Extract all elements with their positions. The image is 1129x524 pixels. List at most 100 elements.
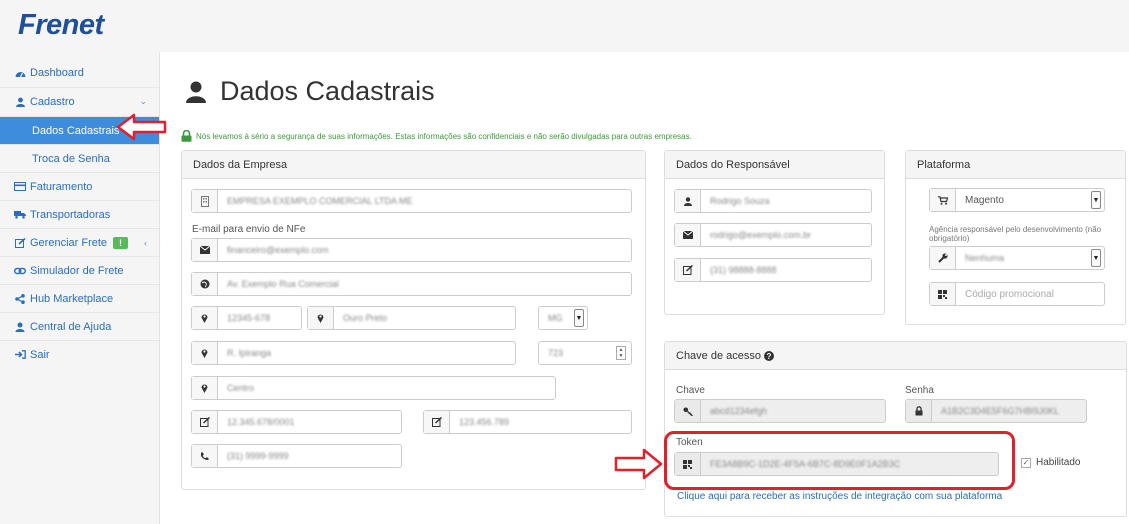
sidebar-item-cadastro[interactable]: Cadastro ⌄ [0, 87, 159, 115]
number-spinner[interactable]: ▲ ▼ [616, 346, 626, 360]
envelope-icon [192, 239, 218, 261]
dropdown-arrow-icon[interactable]: ▼ [1091, 191, 1101, 209]
sidebar-item-label: Dados Cadastrais [32, 124, 120, 137]
dropdown-arrow-icon[interactable]: ▼ [574, 309, 584, 327]
alert-badge: ! [113, 236, 129, 249]
telefone-field[interactable]: (31) 9999-9999 [191, 444, 402, 468]
frenet-logo[interactable]: Frenet [18, 9, 104, 42]
sidebar-item-hub-marketplace[interactable]: Hub Marketplace [0, 284, 159, 312]
plataforma-panel-heading: Plataforma [906, 151, 1125, 179]
chave-field[interactable]: abcd1234efgh [674, 399, 886, 423]
sidebar-item-label: Sair [30, 348, 50, 361]
endereco-field[interactable]: Av. Exemplo Rua Comercial [191, 272, 632, 296]
sign-out-icon [14, 350, 26, 360]
shopping-cart-icon [930, 189, 956, 211]
spin-down-icon[interactable]: ▼ [617, 353, 625, 359]
sidebar-item-label: Cadastro [30, 95, 75, 108]
barcode-icon [930, 283, 956, 305]
sidebar-item-label: Troca de Senha [32, 152, 110, 165]
user-icon [14, 97, 26, 107]
uf-select[interactable]: MG ▼ [538, 306, 588, 330]
sidebar-item-label: Hub Marketplace [30, 292, 114, 305]
sidebar-item-transportadoras[interactable]: Transportadoras [0, 200, 159, 228]
envelope-icon [675, 224, 701, 246]
cep-field[interactable]: 12345-678 [191, 306, 302, 330]
help-icon[interactable]: ? [764, 350, 774, 361]
user-icon [186, 81, 206, 103]
responsavel-email-field[interactable]: rodrigo@exemplo.com.br [674, 223, 872, 247]
share-icon [14, 293, 26, 304]
plataforma-select[interactable]: Magento ▼ [929, 188, 1105, 212]
edit-icon [14, 237, 26, 248]
user-icon [675, 190, 701, 212]
wrench-icon [930, 247, 956, 269]
checkbox-checked-icon[interactable]: ✓ [1021, 457, 1031, 468]
map-marker-icon [308, 307, 334, 329]
senha-label: Senha [905, 385, 934, 396]
link-icon [14, 266, 26, 276]
lock-icon [906, 400, 932, 422]
sidebar-item-label: Faturamento [30, 180, 93, 193]
lock-icon [181, 130, 192, 142]
annotation-arrow-right [614, 448, 663, 480]
chevron-left-icon: ‹ [144, 237, 147, 248]
globe-icon [192, 273, 218, 295]
page-title-text: Dados Cadastrais [220, 76, 435, 106]
annotation-highlight-box [664, 431, 1015, 490]
email-nfe-field[interactable]: financeiro@exemplo.com [191, 238, 632, 262]
numero-field[interactable]: 723 ▲ ▼ [538, 341, 632, 365]
rua-field[interactable]: R. Ipiranga [191, 341, 516, 365]
sidebar-item-label: Simulador de Frete [30, 264, 124, 277]
razao-social-field[interactable]: EMPRESA EXEMPLO COMERCIAL LTDA ME [191, 189, 632, 213]
support-icon [14, 322, 26, 332]
sidebar-item-dashboard[interactable]: Dashboard [0, 59, 159, 87]
email-nfe-label: E-mail para envio de NFe [192, 224, 306, 235]
chevron-down-icon: ⌄ [139, 96, 147, 106]
sidebar-item-simulador-de-frete[interactable]: Simulador de Frete [0, 256, 159, 284]
sidebar-item-central-de-ajuda[interactable]: Central de Ajuda [0, 312, 159, 340]
responsavel-panel-heading: Dados do Responsável [665, 151, 884, 179]
sidebar-item-gerenciar-frete[interactable]: Gerenciar Frete ! ‹ [0, 228, 159, 256]
truck-icon [14, 210, 26, 220]
map-marker-icon [192, 307, 218, 329]
responsavel-nome-field[interactable]: Rodrigo Souza [674, 189, 872, 213]
map-marker-icon [192, 342, 218, 364]
agencia-label: Agência responsável pelo desenvolvimento… [929, 225, 1102, 243]
agencia-select[interactable]: Nenhuma ▼ [929, 246, 1105, 270]
responsavel-telefone-field[interactable]: (31) 98888-8888 [674, 258, 872, 282]
top-bar: Frenet [0, 0, 1129, 52]
empresa-panel-heading: Dados da Empresa [182, 151, 645, 179]
sidebar-item-label: Central de Ajuda [30, 320, 112, 333]
security-notice: Nós levamos à sério a segurança de suas … [181, 130, 692, 142]
annotation-arrow-left [116, 113, 167, 141]
edit-icon [424, 411, 450, 433]
cnpj-field[interactable]: 12.345.678/0001 [191, 410, 402, 434]
dropdown-arrow-icon[interactable]: ▼ [1091, 249, 1101, 267]
key-icon [675, 400, 701, 422]
sidebar-item-label: Dashboard [30, 67, 84, 79]
credit-card-icon [14, 182, 26, 192]
cidade-field[interactable]: Ouro Preto [307, 306, 516, 330]
integration-instructions-link[interactable]: Clique aqui para receber as instruções d… [677, 491, 1002, 502]
map-marker-icon [192, 377, 218, 399]
habilitado-checkbox[interactable]: ✓ Habilitado [1021, 457, 1080, 468]
svg-text:?: ? [767, 352, 772, 361]
edit-icon [675, 259, 701, 281]
phone-icon [192, 445, 218, 467]
sidebar-item-label: Gerenciar Frete [30, 236, 108, 249]
chave-label: Chave [676, 385, 705, 396]
sidebar-item-faturamento[interactable]: Faturamento [0, 172, 159, 200]
inscricao-field[interactable]: 123.456.789 [423, 410, 632, 434]
security-notice-text: Nós levamos à sério a segurança de suas … [196, 131, 692, 141]
building-icon [192, 190, 218, 212]
sidebar-item-sair[interactable]: Sair [0, 340, 159, 368]
senha-field[interactable]: A1B2C3D4E5F6G7H8I9J0KL [905, 399, 1087, 423]
edit-icon [192, 411, 218, 433]
bairro-field[interactable]: Centro [191, 376, 556, 400]
dashboard-icon [14, 68, 26, 78]
chave-acesso-panel-heading: Chave de acesso ? [665, 342, 1126, 370]
sidebar-item-troca-de-senha[interactable]: Troca de Senha [0, 144, 159, 172]
promo-code-field[interactable]: Código promocional [929, 282, 1105, 306]
page-title: Dados Cadastrais [186, 76, 435, 107]
sidebar-item-label: Transportadoras [30, 208, 111, 221]
